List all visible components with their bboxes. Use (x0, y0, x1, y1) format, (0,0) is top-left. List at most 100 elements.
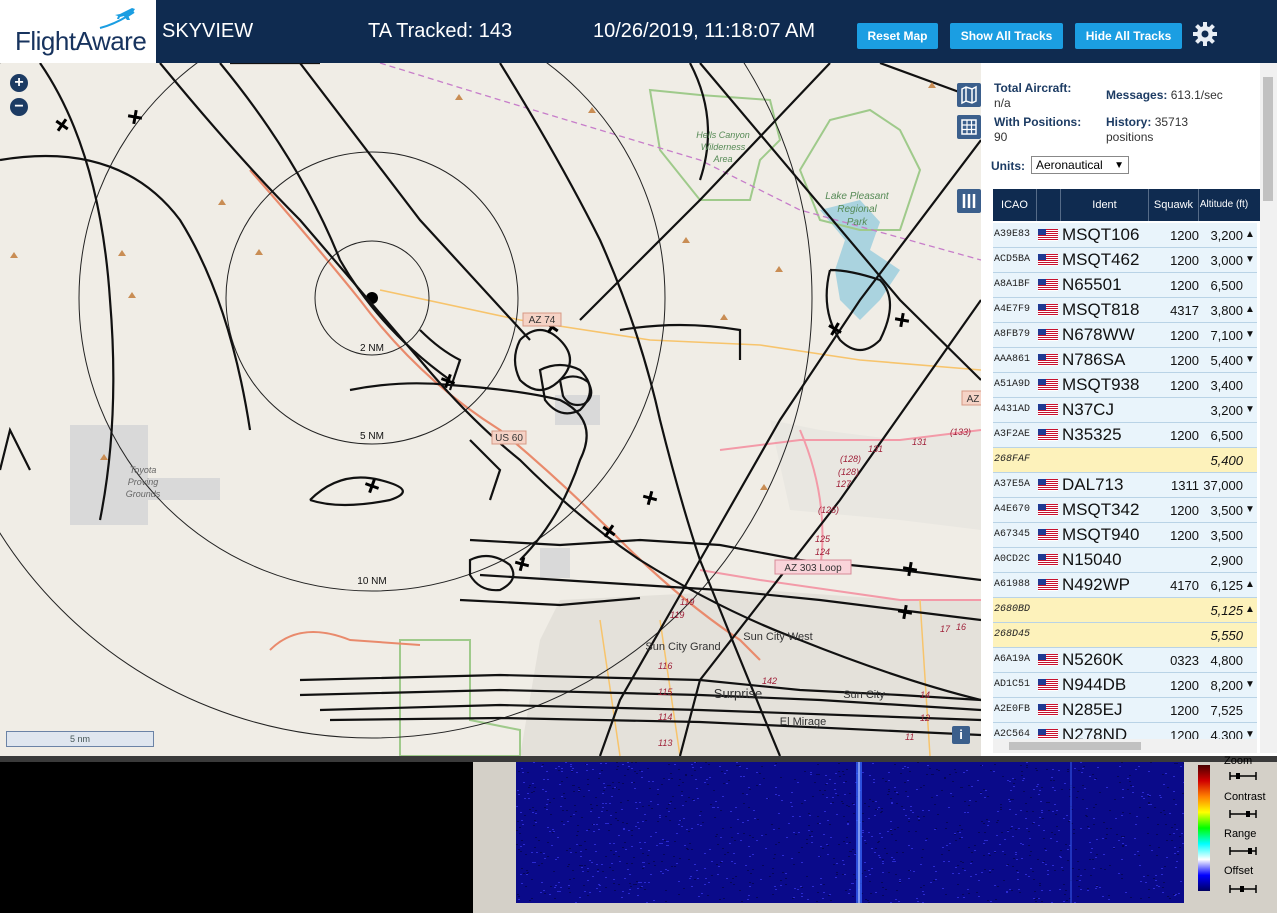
squawk-cell: 4170 (1170, 578, 1199, 593)
dropdown-arrow-icon: ▼ (1114, 160, 1124, 171)
with-positions-value: 90 (994, 130, 1008, 144)
map-view[interactable]: 2 NM 5 NM 10 NM Hells Canyon Wilderness … (0, 63, 981, 756)
spectrum-color-scale (1198, 765, 1210, 891)
grid-toggle-button[interactable] (957, 115, 981, 139)
history-stat: History: 35713 (1106, 115, 1188, 129)
gear-icon[interactable] (1192, 21, 1218, 47)
map-scale-bar: 5 nm (6, 731, 154, 747)
altitude-cell: 5,125 (1210, 603, 1243, 618)
col-ident[interactable]: Ident (1061, 189, 1149, 221)
contrast-slider[interactable] (1228, 809, 1258, 819)
messages-stat: Messages: 613.1/sec (1106, 88, 1223, 102)
svg-text:Park: Park (847, 217, 869, 228)
table-row[interactable]: A3F2AE N35325 1200 6,500 (993, 423, 1257, 448)
svg-text:Proving: Proving (128, 477, 159, 487)
table-row[interactable]: A67345 MSQT940 1200 3,500 (993, 523, 1257, 548)
table-row[interactable]: A431AD N37CJ 3,200 ▼ (993, 398, 1257, 423)
svg-text:(133): (133) (950, 427, 971, 437)
hide-all-tracks-button[interactable]: Hide All Tracks (1075, 23, 1182, 49)
reset-map-button[interactable]: Reset Map (857, 23, 938, 49)
us-flag-icon (1038, 279, 1058, 291)
icao-cell: A4E7F9 (994, 304, 1031, 315)
zoom-slider[interactable] (1228, 771, 1258, 781)
col-icao[interactable]: ICAO (993, 189, 1037, 221)
table-row[interactable]: A4E670 MSQT342 1200 3,500 ▼ (993, 498, 1257, 523)
table-row[interactable]: A51A9D MSQT938 1200 3,400 (993, 373, 1257, 398)
altitude-cell: 3,000 (1210, 253, 1243, 268)
place-label-surprise: Surprise (714, 686, 762, 701)
map-canvas: 2 NM 5 NM 10 NM Hells Canyon Wilderness … (0, 63, 981, 756)
table-row[interactable]: A8A1BF N65501 1200 6,500 (993, 273, 1257, 298)
map-layer-button[interactable] (957, 83, 981, 107)
squawk-cell: 1200 (1170, 278, 1199, 293)
zoom-out-button[interactable]: − (10, 98, 28, 116)
altitude-cell: 6,125 (1210, 578, 1243, 593)
table-row[interactable]: A8FB79 N678WW 1200 7,100 ▼ (993, 323, 1257, 348)
units-select[interactable]: Aeronautical ▼ (1031, 156, 1129, 174)
show-all-tracks-button[interactable]: Show All Tracks (950, 23, 1063, 49)
info-button[interactable]: i (952, 726, 970, 744)
table-horizontal-scrollbar[interactable] (993, 739, 1257, 753)
aircraft-sidebar: Total Aircraft: n/a With Positions: 90 M… (981, 63, 1277, 756)
altitude-cell: 3,500 (1210, 503, 1243, 518)
altitude-cell: 5,400 (1210, 353, 1243, 368)
table-row[interactable]: 268D45 5,550 (993, 623, 1257, 648)
messages-value: 613.1/sec (1170, 88, 1223, 102)
svg-text:142: 142 (762, 676, 777, 686)
svg-text:114: 114 (658, 712, 672, 722)
svg-text:16: 16 (956, 622, 966, 632)
svg-text:116: 116 (658, 661, 672, 671)
svg-text:(128): (128) (838, 467, 859, 477)
range-slider[interactable] (1228, 846, 1258, 856)
icao-cell: A39E83 (994, 229, 1031, 240)
altitude-cell: 6,500 (1210, 278, 1243, 293)
squawk-cell: 1200 (1170, 378, 1199, 393)
history-label: History: (1106, 115, 1152, 129)
icao-cell: AD1C51 (994, 679, 1031, 690)
offset-slider[interactable] (1228, 884, 1258, 894)
units-label: Units: (991, 159, 1025, 173)
ring-label-5nm: 5 NM (360, 431, 384, 442)
aircraft-tracks (0, 63, 981, 756)
altitude-cell: 5,550 (1210, 628, 1243, 643)
app-title: SKYVIEW (162, 20, 254, 42)
table-row[interactable]: 268FAF 5,400 (993, 448, 1257, 473)
col-squawk[interactable]: Squawk (1149, 189, 1199, 221)
scroll-thumb[interactable] (1263, 77, 1273, 201)
scroll-thumb[interactable] (1009, 742, 1141, 750)
svg-text:115: 115 (658, 687, 673, 697)
col-flag[interactable] (1037, 189, 1061, 221)
table-row[interactable]: A4E7F9 MSQT818 4317 3,800 ▲ (993, 298, 1257, 323)
altitude-cell: 2,900 (1210, 553, 1243, 568)
svg-text:12: 12 (920, 713, 930, 723)
ident-cell: N786SA (1062, 350, 1126, 369)
map-icon (961, 85, 977, 105)
col-altitude[interactable]: Altitude (ft) (1199, 189, 1249, 221)
table-row[interactable]: A39E83 MSQT106 1200 3,200 ▲ (993, 223, 1257, 248)
waterfall-display (516, 762, 1184, 903)
svg-text:127: 127 (836, 479, 852, 489)
zoom-in-button[interactable]: + (10, 74, 28, 92)
table-row[interactable]: 2680BD 5,125 ▲ (993, 598, 1257, 623)
aircraft-table-header: ICAO Ident Squawk Altitude (ft) (993, 189, 1261, 221)
table-row[interactable]: A37E5A DAL713 1311 37,000 (993, 473, 1257, 498)
table-row[interactable]: A2E0FB N285EJ 1200 7,525 (993, 698, 1257, 723)
altitude-cell: 3,500 (1210, 528, 1243, 543)
table-row[interactable]: A6A19A N5260K 0323 4,800 (993, 648, 1257, 673)
altitude-trend-icon: ▲ (1245, 229, 1255, 240)
table-row[interactable]: A61988 N492WP 4170 6,125 ▲ (993, 573, 1257, 598)
altitude-cell: 7,100 (1210, 328, 1243, 343)
altitude-cell: 8,200 (1210, 678, 1243, 693)
table-row[interactable]: AAA861 N786SA 1200 5,400 ▼ (993, 348, 1257, 373)
sidebar-vertical-scrollbar[interactable] (1260, 63, 1277, 753)
ident-cell: N65501 (1062, 275, 1122, 294)
us-flag-icon (1038, 254, 1058, 266)
columns-toggle-button[interactable] (957, 189, 981, 213)
place-label-sun-city-grand: Sun City Grand (645, 641, 720, 653)
icao-cell: A37E5A (994, 479, 1031, 490)
table-row[interactable]: AD1C51 N944DB 1200 8,200 ▼ (993, 673, 1257, 698)
flightaware-logo[interactable]: FlightAware (0, 0, 156, 63)
icao-cell: A431AD (994, 404, 1031, 415)
table-row[interactable]: A0CD2C N15040 2,900 (993, 548, 1257, 573)
table-row[interactable]: ACD5BA MSQT462 1200 3,000 ▼ (993, 248, 1257, 273)
